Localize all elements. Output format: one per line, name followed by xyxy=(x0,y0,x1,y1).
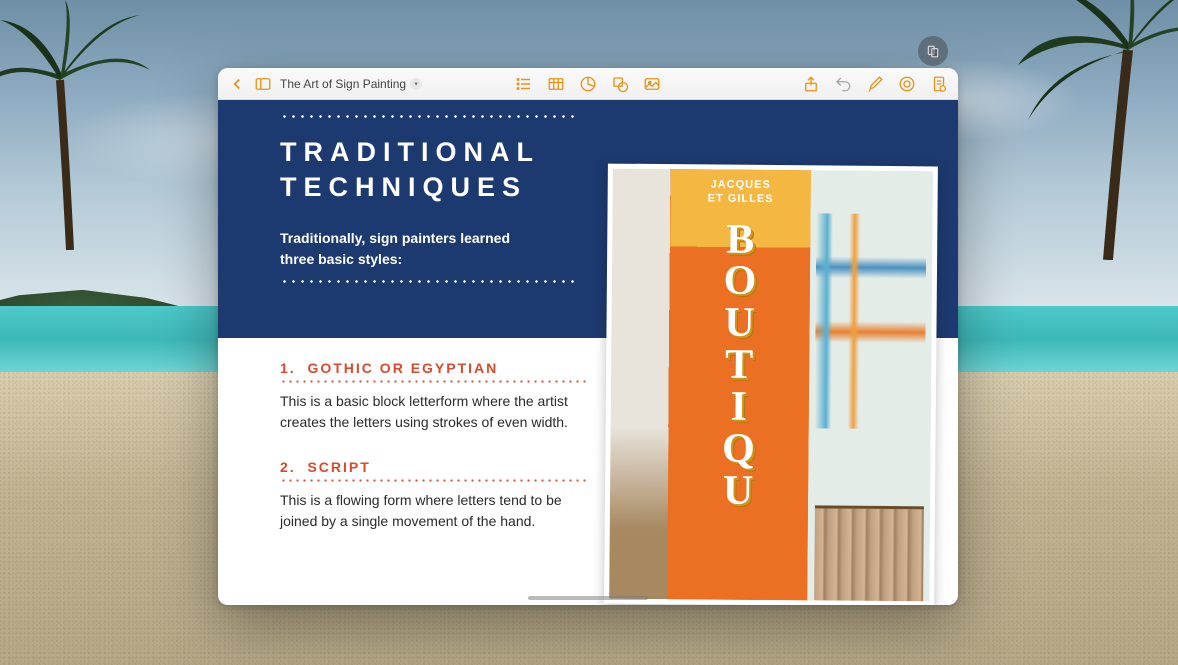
share-button[interactable] xyxy=(802,75,820,93)
sign-header-text: JACQUESET GILLES xyxy=(708,177,774,206)
slide-body[interactable]: 1. GOTHIC OR EGYPTIAN This is a basic bl… xyxy=(280,360,590,558)
toolbar: The Art of Sign Painting ▾ xyxy=(218,68,958,100)
dotted-divider xyxy=(280,115,580,118)
section-heading: 1. GOTHIC OR EGYPTIAN xyxy=(280,360,590,383)
shape-button[interactable] xyxy=(611,75,629,93)
media-button[interactable] xyxy=(643,75,661,93)
format-brush-button[interactable] xyxy=(866,75,884,93)
palm-tree-icon xyxy=(998,0,1178,260)
table-button[interactable] xyxy=(547,75,565,93)
chevron-down-icon: ▾ xyxy=(410,78,422,90)
section-title: SCRIPT xyxy=(307,459,370,475)
section-body-text: This is a flowing form where letters ten… xyxy=(280,490,590,532)
slide-subtitle[interactable]: Traditionally, sign painters learned thr… xyxy=(280,228,510,270)
slide-title-line: TRADITIONAL xyxy=(280,135,540,170)
section-title: GOTHIC OR EGYPTIAN xyxy=(307,360,498,376)
section-number: 1. xyxy=(280,360,296,376)
photo-content: JACQUESET GILLES B O U T I Q U xyxy=(609,169,933,602)
section-number: 2. xyxy=(280,459,296,475)
sidebar-toggle-button[interactable] xyxy=(254,75,272,93)
animate-button[interactable] xyxy=(898,75,916,93)
slide-title-line: TECHNIQUES xyxy=(280,170,540,205)
sign-letters: B O U T I Q U xyxy=(722,220,757,512)
outline-view-button[interactable] xyxy=(515,75,533,93)
keynote-window: The Art of Sign Painting ▾ xyxy=(218,68,958,605)
multitask-button[interactable] xyxy=(918,36,948,66)
slide-image[interactable]: JACQUESET GILLES B O U T I Q U xyxy=(604,164,938,605)
dotted-divider xyxy=(280,479,590,482)
undo-button[interactable] xyxy=(834,75,852,93)
slide-title[interactable]: TRADITIONAL TECHNIQUES xyxy=(280,135,540,205)
section-body-text: This is a basic block letterform where t… xyxy=(280,391,590,433)
slide-subtitle-line: Traditionally, sign painters learned xyxy=(280,228,510,249)
dotted-divider xyxy=(280,380,590,383)
dotted-divider xyxy=(280,280,580,283)
document-title-text: The Art of Sign Painting xyxy=(280,77,406,91)
palm-tree-icon xyxy=(0,0,170,250)
back-button[interactable] xyxy=(228,75,246,93)
chart-button[interactable] xyxy=(579,75,597,93)
slide-canvas[interactable]: TRADITIONAL TECHNIQUES Traditionally, si… xyxy=(218,100,958,605)
document-options-button[interactable] xyxy=(930,75,948,93)
home-indicator[interactable] xyxy=(528,596,648,600)
slide-subtitle-line: three basic styles: xyxy=(280,249,510,270)
section-heading: 2. SCRIPT xyxy=(280,459,590,482)
document-title[interactable]: The Art of Sign Painting ▾ xyxy=(280,77,422,91)
